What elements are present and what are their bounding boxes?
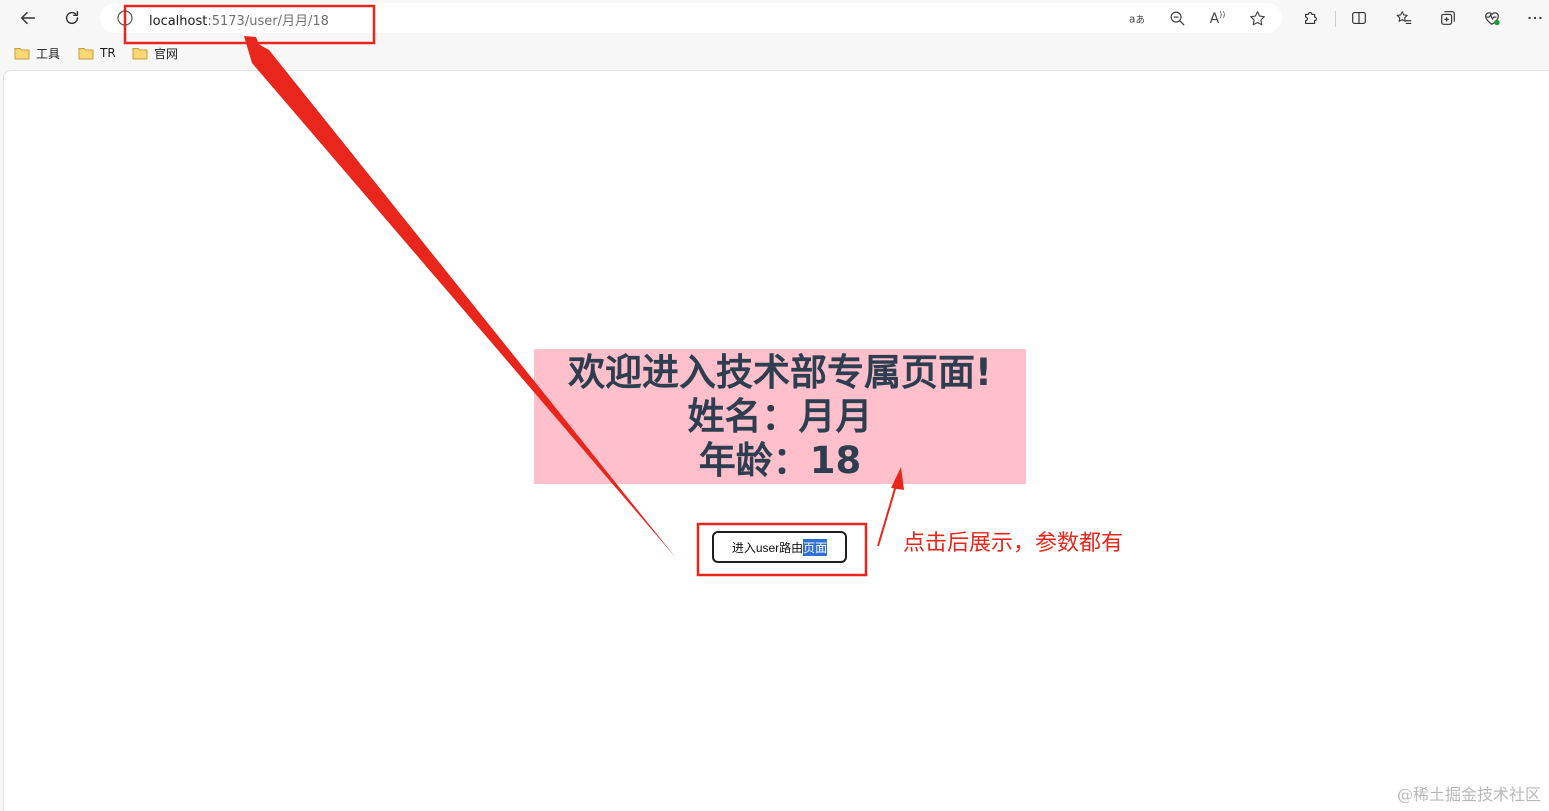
welcome-panel: 欢迎进入技术部专属页面! 姓名：月月 年龄：18 — [534, 349, 1026, 484]
url-host: localhost — [149, 14, 208, 29]
read-aloud-icon[interactable]: A)) — [1209, 10, 1226, 27]
browser-essentials-icon[interactable] — [1482, 8, 1502, 28]
folder-icon — [14, 48, 30, 60]
url-path: :5173/user/月月/18 — [207, 14, 329, 29]
user-age-line: 年龄：18 — [698, 439, 862, 482]
back-button[interactable] — [14, 5, 42, 31]
back-arrow-icon — [20, 11, 36, 25]
more-menu-icon[interactable] — [1525, 8, 1545, 28]
address-bar[interactable]: localhost:5173/user/月月/18 aあ A)) — [100, 3, 1282, 33]
watermark: @稀土掘金技术社区 — [1396, 785, 1541, 804]
svg-text:a: a — [1129, 13, 1135, 25]
split-glyph — [1352, 12, 1366, 24]
refresh-button[interactable] — [58, 5, 86, 31]
extensions-icon[interactable] — [1301, 8, 1321, 28]
heart-pulse-glyph — [1485, 12, 1500, 26]
browser-toolbar: localhost:5173/user/月月/18 aあ A)) 工具 TR 官… — [0, 0, 1549, 70]
read-aloud-glyph: A — [1209, 10, 1220, 27]
url-text[interactable]: localhost:5173/user/月月/18 — [149, 10, 329, 29]
puzzle-glyph — [1305, 12, 1317, 24]
bookmark-label: 官网 — [154, 46, 179, 61]
svg-text:あ: あ — [1136, 15, 1145, 26]
read-aloud-waves: )) — [1219, 10, 1226, 19]
bookmark-folder-tr[interactable]: TR — [78, 44, 116, 62]
enter-user-route-button[interactable]: 进入user路由 页面 — [712, 531, 847, 563]
star-outline-glyph — [1250, 11, 1265, 26]
button-label-selected: 页面 — [803, 538, 828, 556]
button-label: 进入user路由 — [731, 540, 804, 555]
favorites-glyph — [1396, 11, 1412, 24]
zoom-out-icon[interactable] — [1169, 10, 1186, 27]
favorites-icon[interactable] — [1394, 8, 1414, 28]
translate-icon[interactable]: aあ — [1128, 10, 1145, 27]
translate-glyph: aあ — [1129, 13, 1145, 26]
bookmark-label: TR — [100, 46, 116, 60]
folder-icon — [132, 48, 148, 60]
bookmark-folder-tools[interactable]: 工具 — [14, 44, 60, 62]
favorite-star-icon[interactable] — [1249, 10, 1266, 27]
user-name-line: 姓名：月月 — [687, 395, 873, 438]
site-info-icon[interactable] — [117, 10, 133, 26]
magnifier-minus-glyph — [1170, 11, 1185, 26]
collections-glyph — [1441, 11, 1455, 25]
annotation-note: 点击后展示，参数都有 — [903, 531, 1124, 556]
folder-icon — [78, 48, 94, 60]
split-screen-icon[interactable] — [1349, 8, 1369, 28]
refresh-icon — [65, 10, 79, 25]
collections-icon[interactable] — [1438, 8, 1458, 28]
ellipsis-glyph — [1528, 16, 1542, 20]
toolbar-divider — [1335, 11, 1336, 27]
page-heading: 欢迎进入技术部专属页面! — [568, 351, 992, 394]
bookmark-folder-website[interactable]: 官网 — [132, 44, 178, 62]
bookmark-label: 工具 — [36, 46, 61, 61]
